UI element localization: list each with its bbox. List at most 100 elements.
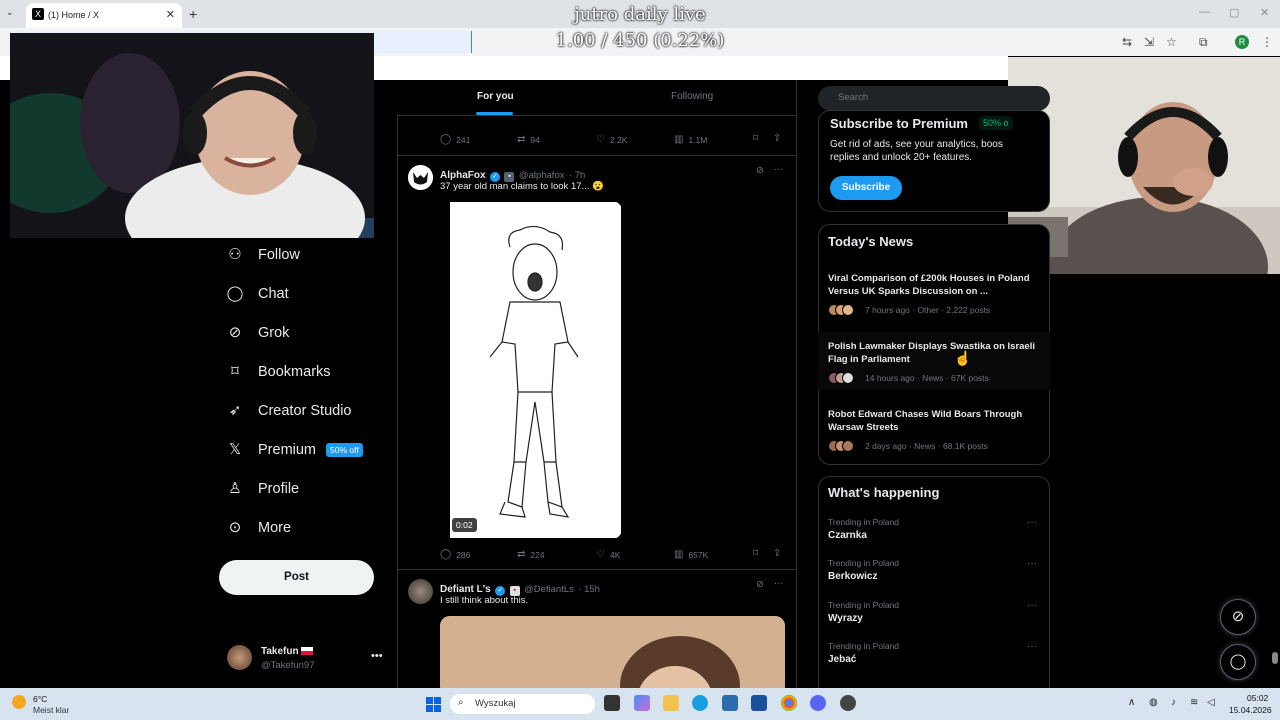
- repost-count: 94: [530, 134, 540, 145]
- views-button[interactable]: ▥ 657K: [674, 549, 708, 560]
- scrollbar[interactable]: [1272, 652, 1278, 664]
- repost-button[interactable]: ⇄ 94: [517, 134, 540, 145]
- microphone-icon[interactable]: ♪: [1171, 697, 1176, 708]
- tray-chevron-icon[interactable]: ∧: [1128, 697, 1135, 708]
- weather-desc[interactable]: Meist klar: [33, 705, 69, 715]
- video-duration: 0:02: [452, 518, 477, 532]
- sidebar-item-label: Bookmarks: [258, 364, 331, 380]
- more-icon[interactable]: ···: [774, 164, 784, 175]
- discord-icon[interactable]: [810, 695, 826, 711]
- trend-name[interactable]: Czarnka: [828, 530, 867, 541]
- sidebar-item-follow[interactable]: ⚇ Follow: [226, 240, 300, 270]
- avatar[interactable]: [227, 645, 252, 670]
- trend-more-icon[interactable]: ···: [1027, 641, 1037, 652]
- video-frame: [450, 202, 621, 538]
- tweet-video[interactable]: [440, 201, 622, 539]
- follow-icon: ⚇: [228, 246, 242, 263]
- tab-following[interactable]: Following: [671, 91, 713, 102]
- search-input[interactable]: Search: [818, 86, 1050, 111]
- file-explorer-icon[interactable]: [663, 695, 679, 711]
- news-avatars: [828, 372, 860, 384]
- trend-more-icon[interactable]: ···: [1027, 600, 1037, 611]
- whats-happening-card: [818, 476, 1050, 706]
- grok-icon: ⊘: [1231, 608, 1245, 625]
- sidebar-item-bookmarks[interactable]: ⌑ Bookmarks: [226, 357, 331, 387]
- sidebar-item-grok[interactable]: ⊘ Grok: [226, 318, 290, 348]
- weather-moon-icon[interactable]: [12, 695, 26, 709]
- heart-icon: ♡: [596, 134, 605, 145]
- avatar[interactable]: [408, 165, 433, 190]
- sidebar-item-chat[interactable]: ◯ Chat: [226, 279, 289, 309]
- reply-button[interactable]: ◯ 286: [440, 549, 470, 560]
- tweet-time[interactable]: · 7h: [569, 170, 585, 181]
- sidebar-item-creator-studio[interactable]: ➶ Creator Studio: [226, 396, 352, 426]
- speaker-icon[interactable]: ◁: [1207, 697, 1215, 708]
- repost-button[interactable]: ⇄ 224: [517, 549, 545, 560]
- chrome-icon[interactable]: [781, 695, 797, 711]
- trend-name[interactable]: Wyrazy: [828, 613, 863, 624]
- sidebar-item-label: Premium: [258, 442, 317, 458]
- premium-discount-badge: 50% o: [979, 116, 1013, 130]
- rocket-icon: ➶: [228, 402, 242, 419]
- outlook-icon[interactable]: [722, 695, 738, 711]
- reply-button[interactable]: ◯ 241: [440, 134, 470, 145]
- bookmark-icon[interactable]: ⌑: [753, 548, 758, 559]
- obs-icon[interactable]: [840, 695, 856, 711]
- whats-happening-title: What's happening: [828, 485, 940, 500]
- reply-icon: ◯: [440, 549, 452, 560]
- views-button[interactable]: ▥ 1.1M: [674, 134, 707, 145]
- weather-temp[interactable]: 6°C: [33, 694, 47, 704]
- more-icon[interactable]: ···: [774, 578, 784, 589]
- like-button[interactable]: ♡ 2.2K: [596, 134, 627, 145]
- news-meta: 14 hours ago · News · 67K posts: [865, 373, 989, 383]
- account-more-icon[interactable]: •••: [371, 650, 383, 662]
- trend-more-icon[interactable]: ···: [1027, 517, 1037, 528]
- network-icon[interactable]: ◍: [1149, 697, 1158, 708]
- sidebar-item-more[interactable]: ⊙ More: [226, 513, 291, 543]
- grok-fab-button[interactable]: ⊘: [1220, 599, 1256, 635]
- search-icon: ⌕: [458, 697, 464, 708]
- trend-name[interactable]: Jebać: [828, 654, 856, 665]
- stream-overlay-title: jutro daily live: [574, 4, 706, 25]
- wifi-icon[interactable]: ≋: [1190, 697, 1198, 708]
- author-name[interactable]: Defiant L's: [440, 584, 491, 595]
- task-view-icon[interactable]: [604, 695, 620, 711]
- copilot-icon[interactable]: [634, 695, 650, 711]
- account-switcher[interactable]: Takefun: [261, 646, 313, 657]
- clock-time[interactable]: 05:02: [1247, 693, 1268, 703]
- like-button[interactable]: ♡ 4K: [596, 549, 620, 560]
- avatar[interactable]: [408, 579, 433, 604]
- grok-icon[interactable]: ⊘: [756, 165, 764, 176]
- account-name: Takefun: [261, 646, 299, 657]
- trend-more-icon[interactable]: ···: [1027, 558, 1037, 569]
- news-headline[interactable]: Robot Edward Chases Wild Boars Through W…: [828, 408, 1038, 434]
- chat-fab-button[interactable]: ◯: [1220, 644, 1256, 680]
- author-handle[interactable]: @DefiantLs: [524, 584, 574, 595]
- sidebar-item-premium[interactable]: 𝕏 Premium 50% off: [226, 435, 363, 465]
- tab-for-you[interactable]: For you: [477, 91, 514, 102]
- share-icon[interactable]: ⇪: [773, 133, 781, 144]
- tweet-time[interactable]: · 15h: [578, 584, 600, 595]
- subscribe-button[interactable]: Subscribe: [830, 176, 902, 200]
- windows-start-icon[interactable]: [426, 697, 441, 712]
- share-icon[interactable]: ⇪: [773, 548, 781, 559]
- store-icon[interactable]: [751, 695, 767, 711]
- edge-icon[interactable]: [692, 695, 708, 711]
- news-headline[interactable]: Polish Lawmaker Displays Swastika on Isr…: [828, 340, 1038, 366]
- bookmark-icon[interactable]: ⌑: [753, 133, 758, 144]
- view-count: 657K: [688, 549, 709, 560]
- clock-date[interactable]: 15.04.2026: [1229, 705, 1272, 715]
- repost-icon: ⇄: [517, 549, 526, 560]
- grok-icon[interactable]: ⊘: [756, 579, 764, 590]
- author-name[interactable]: AlphaFox: [440, 170, 486, 181]
- sidebar-item-profile[interactable]: ♙ Profile: [226, 474, 299, 504]
- grok-icon: ⊘: [228, 324, 242, 341]
- tweet-image[interactable]: [440, 616, 785, 696]
- like-count: 4K: [609, 549, 621, 560]
- post-button[interactable]: Post: [219, 560, 374, 595]
- author-handle[interactable]: @alphafox: [519, 170, 565, 181]
- taskbar-search-input[interactable]: Wyszukaj: [450, 694, 595, 714]
- trend-name[interactable]: Berkowicz: [828, 571, 877, 582]
- webcam-left-scene: [10, 33, 374, 238]
- news-headline[interactable]: Viral Comparison of £200k Houses in Pola…: [828, 272, 1038, 298]
